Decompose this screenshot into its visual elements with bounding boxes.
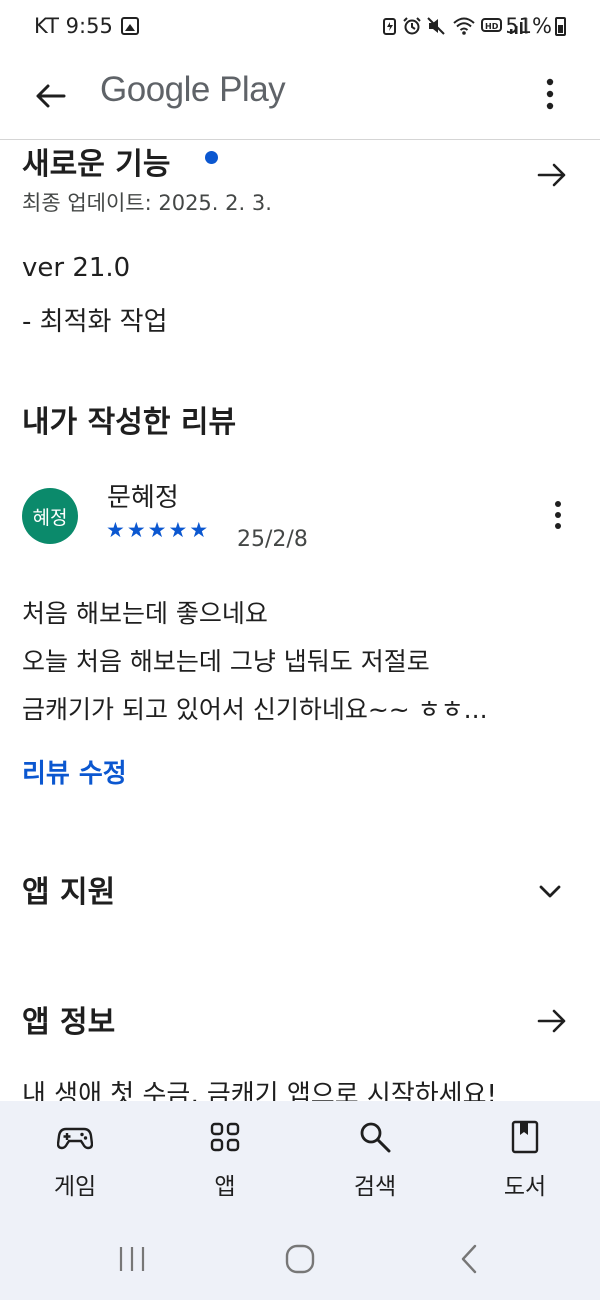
book-icon <box>511 1120 539 1154</box>
more-vert-icon <box>546 78 554 110</box>
app-info-description: 내 생애 첫 수금, 금캐기 앱으로 시작하세요! <box>22 1080 497 1101</box>
mute-icon <box>427 17 445 35</box>
chevron-down-icon[interactable] <box>534 876 566 908</box>
more-vert-icon <box>555 501 561 529</box>
review-date: 25/2/8 <box>237 527 308 552</box>
new-indicator-dot <box>205 151 218 164</box>
recent-apps-icon <box>119 1247 145 1271</box>
avatar: 혜정 <box>22 488 78 544</box>
recent-apps-button[interactable] <box>112 1241 152 1277</box>
page: KT 9:55 HD 51% Google Play 새로운 기능 최종 업데이… <box>0 0 600 1300</box>
back-button[interactable] <box>28 74 72 118</box>
nav-label: 도서 <box>503 1174 547 1200</box>
status-bar: KT 9:55 HD 51% <box>0 0 600 56</box>
review-text-line: 처음 해보는데 좋으네요 <box>22 599 268 628</box>
system-nav <box>0 1219 600 1300</box>
nav-label: 검색 <box>353 1174 397 1200</box>
review-more-button[interactable] <box>544 497 572 533</box>
star-rating: ★ ★ ★ ★ ★ <box>106 518 208 542</box>
hd-voice-icon: HD <box>481 18 502 32</box>
app-title: Google Play <box>100 70 286 109</box>
home-button[interactable] <box>280 1241 320 1277</box>
star-icon: ★ <box>147 518 167 542</box>
apps-grid-icon <box>210 1122 240 1152</box>
reviewer-name: 문혜정 <box>107 483 179 513</box>
back-chevron-icon <box>461 1244 477 1274</box>
review-text-line: 금캐기가 되고 있어서 신기하네요~~ ㅎㅎ... <box>22 695 488 724</box>
battery-saver-icon <box>383 18 396 35</box>
star-icon: ★ <box>106 518 125 542</box>
battery-percent: 51% <box>505 14 552 38</box>
star-icon: ★ <box>126 518 146 542</box>
app-info-heading[interactable]: 앱 정보 <box>22 997 115 1041</box>
wifi-icon <box>453 17 475 35</box>
details-content[interactable]: 새로운 기능 최종 업데이트: 2025. 2. 3. ver 21.0 - 최… <box>0 141 600 1101</box>
app-support-heading[interactable]: 앱 지원 <box>22 867 115 911</box>
alarm-icon <box>403 17 421 35</box>
whats-new-title: 새로운 기능 <box>22 147 171 182</box>
home-icon <box>285 1244 315 1274</box>
system-back-button[interactable] <box>450 1241 490 1277</box>
nav-item-games[interactable]: 게임 <box>15 1101 135 1219</box>
app-bar: Google Play <box>0 56 600 140</box>
edit-review-link[interactable]: 리뷰 수정 <box>22 753 127 790</box>
review-text-line: 오늘 처음 해보는데 그냥 냅둬도 저절로 <box>22 647 430 676</box>
status-time: KT 9:55 <box>34 14 113 38</box>
arrow-back-icon <box>36 84 66 108</box>
more-options-button[interactable] <box>530 72 570 116</box>
arrow-forward-icon[interactable] <box>534 157 570 193</box>
arrow-forward-icon[interactable] <box>534 1003 570 1039</box>
nav-item-apps[interactable]: 앱 <box>165 1101 285 1219</box>
svg-text:HD: HD <box>485 22 499 31</box>
image-notification-icon <box>121 17 139 35</box>
search-icon <box>360 1122 391 1153</box>
nav-item-search[interactable]: 검색 <box>315 1101 435 1219</box>
release-notes: - 최적화 작업 <box>22 307 168 337</box>
battery-icon <box>555 17 566 36</box>
nav-item-books[interactable]: 도서 <box>465 1101 585 1219</box>
nav-label: 앱 <box>214 1174 236 1200</box>
my-review-heading: 내가 작성한 리뷰 <box>22 405 237 440</box>
whats-new-header[interactable]: 새로운 기능 최종 업데이트: 2025. 2. 3. <box>0 141 600 221</box>
avatar-text: 혜정 <box>32 506 68 529</box>
bottom-nav: 게임 앱 검색 도서 <box>0 1101 600 1219</box>
nav-label: 게임 <box>53 1174 97 1200</box>
last-updated: 최종 업데이트: 2025. 2. 3. <box>22 191 272 215</box>
star-icon: ★ <box>189 518 209 542</box>
version-text: ver 21.0 <box>22 253 131 283</box>
star-icon: ★ <box>168 518 188 542</box>
gamepad-icon <box>57 1127 93 1150</box>
